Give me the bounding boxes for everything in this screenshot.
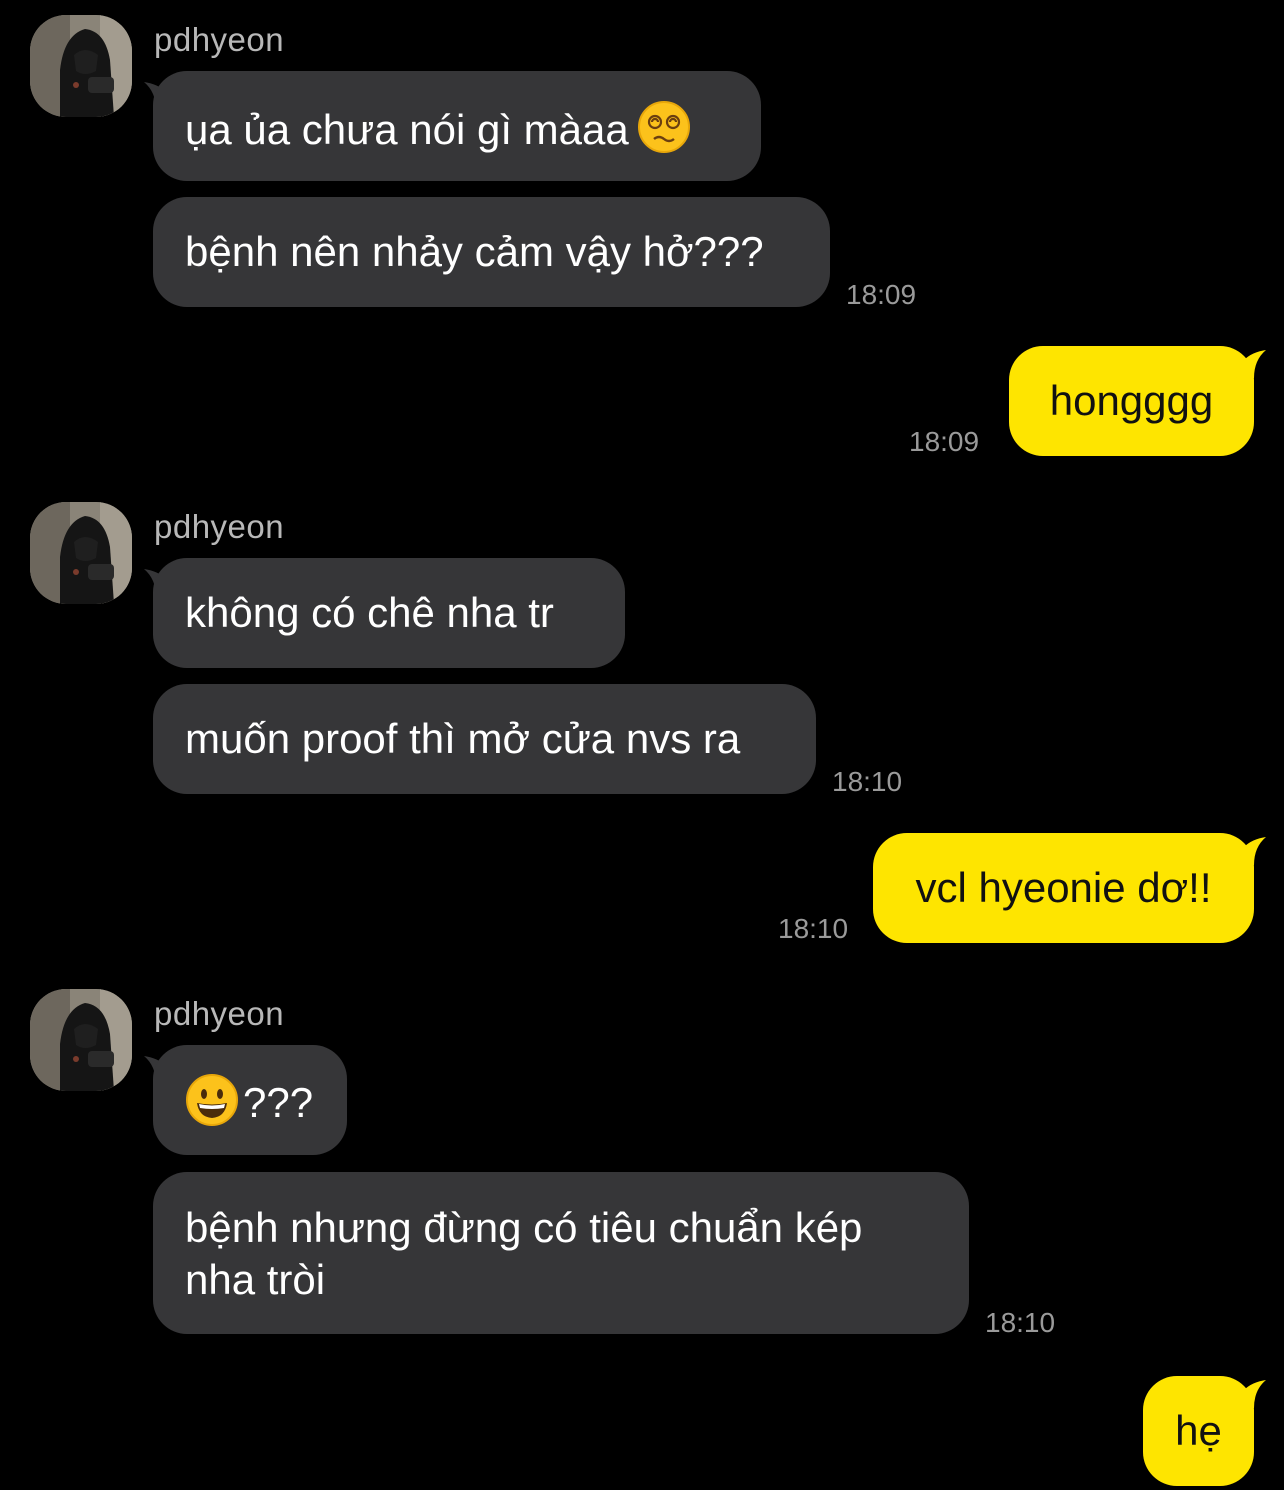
- outgoing-message-bubble[interactable]: hongggg: [1009, 346, 1254, 456]
- message-text: ụa ủa chưa nói gì màaa: [185, 106, 629, 154]
- avatar-photo-icon: [30, 989, 132, 1091]
- message-text: hongggg: [1049, 377, 1214, 424]
- incoming-message-bubble[interactable]: ???: [153, 1045, 347, 1155]
- message-text: muốn proof thì mở cửa nvs ra: [185, 715, 741, 762]
- incoming-message-bubble[interactable]: ụa ủa chưa nói gì màaa: [153, 71, 761, 181]
- message-timestamp: 18:09: [846, 279, 917, 310]
- avatar[interactable]: [30, 502, 132, 604]
- avatar[interactable]: [30, 15, 132, 117]
- avatar-photo-icon: [30, 502, 132, 604]
- message-text: ???: [243, 1079, 314, 1127]
- incoming-message-bubble[interactable]: không có chê nha tr: [153, 558, 625, 668]
- message-text-line: bệnh nhưng đừng có tiêu chuẩn kép: [185, 1204, 863, 1251]
- incoming-message-bubble[interactable]: muốn proof thì mở cửa nvs ra: [153, 684, 816, 794]
- message-text: bệnh nên nhảy cảm vậy hở???: [185, 228, 764, 275]
- bubble-tail: [1236, 350, 1266, 378]
- message-timestamp: 18:09: [909, 426, 980, 457]
- dizzy-face-icon: [637, 100, 691, 166]
- message-timestamp: 18:10: [985, 1307, 1056, 1338]
- outgoing-message-bubble[interactable]: vcl hyeonie dơ!!: [873, 833, 1254, 943]
- message-text-line: nha tròi: [185, 1256, 326, 1303]
- sender-name: pdhyeon: [154, 508, 285, 545]
- incoming-message-bubble[interactable]: bệnh nhưng đừng có tiêu chuẩn kép nha tr…: [153, 1172, 969, 1334]
- sender-name: pdhyeon: [154, 995, 285, 1032]
- grinning-face-icon: [185, 1073, 239, 1139]
- bubble-tail: [1236, 1380, 1266, 1408]
- incoming-message-bubble[interactable]: bệnh nên nhảy cảm vậy hở???: [153, 197, 830, 307]
- message-timestamp: 18:10: [832, 766, 903, 797]
- bubble-tail: [1236, 837, 1266, 865]
- message-timestamp: 18:10: [778, 913, 849, 944]
- message-text: vcl hyeonie dơ!!: [915, 864, 1212, 911]
- message-text: không có chê nha tr: [185, 589, 554, 636]
- message-text: hẹ: [1175, 1407, 1222, 1454]
- avatar-photo-icon: [30, 15, 132, 117]
- avatar[interactable]: [30, 989, 132, 1091]
- sender-name: pdhyeon: [154, 21, 285, 58]
